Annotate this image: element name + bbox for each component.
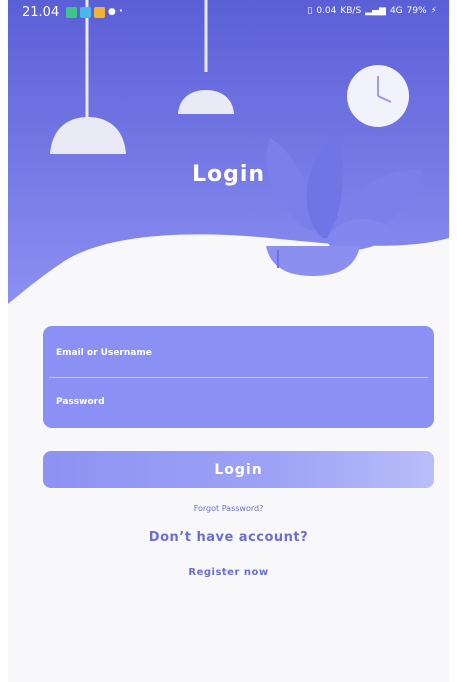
password-label: Password (56, 397, 105, 407)
register-link[interactable]: Register now (8, 567, 449, 578)
no-account-text: Don’t have account? (148, 530, 309, 545)
dot-icon: • (118, 7, 123, 15)
pot-icon (266, 246, 360, 276)
vibrate-icon: ▯ (307, 6, 313, 16)
status-bar: 21.04 ● • ▯ 0.04 KB/S ▂▄▆ 4G 79% ⚡ (8, 0, 449, 26)
battery-level: 79% (406, 6, 427, 16)
app-notification-icon (94, 7, 105, 18)
status-time: 21.04 (22, 5, 60, 20)
forgot-password-link[interactable]: Forgot Password? (8, 504, 449, 513)
charging-icon: ⚡ (430, 6, 437, 16)
login-screen: 21.04 ● • ▯ 0.04 KB/S ▂▄▆ 4G 79% ⚡ Login… (8, 0, 449, 682)
page-title: Login (191, 162, 266, 187)
login-form-card: Email or Username Password (43, 326, 438, 430)
net-speed: 0.04 (316, 6, 337, 16)
chat-icon: ● (108, 7, 116, 17)
header-illustration (8, 0, 449, 304)
notification-icons: ● • (66, 7, 123, 18)
signal-icon: ▂▄▆ (365, 6, 386, 16)
app-notification-icon (66, 7, 77, 18)
username-label: Email or Username (56, 348, 152, 358)
app-notification-icon (80, 7, 91, 18)
net-speed-unit: KB/S (340, 6, 362, 16)
status-right: ▯ 0.04 KB/S ▂▄▆ 4G 79% ⚡ (307, 6, 437, 16)
login-button[interactable]: Login (43, 451, 434, 488)
network-type: 4G (389, 6, 403, 16)
